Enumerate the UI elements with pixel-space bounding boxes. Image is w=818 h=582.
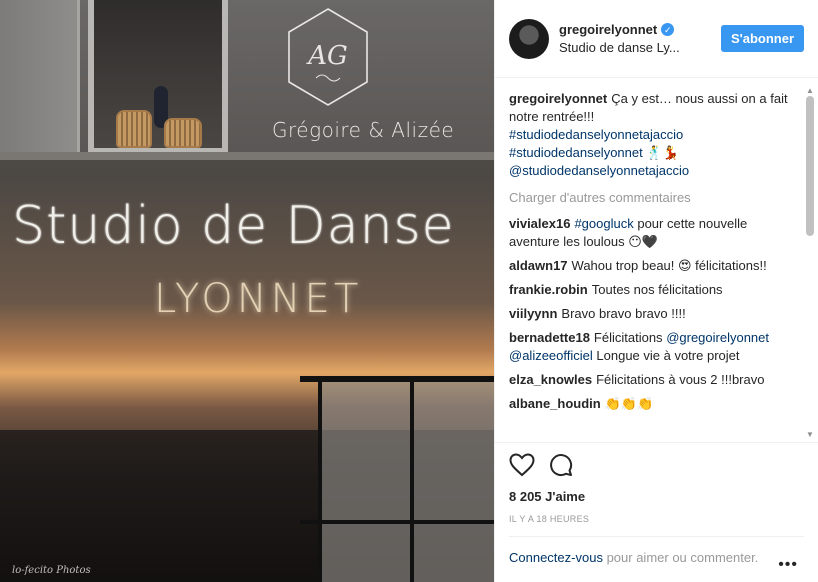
logo-name: Grégoire & Alizée bbox=[272, 118, 455, 142]
more-options-icon[interactable]: ••• bbox=[778, 556, 798, 574]
caption: gregoirelyonnet Ça y est… nous aussi on a… bbox=[509, 90, 794, 180]
login-text: pour aimer ou commenter. bbox=[602, 550, 759, 565]
logo-initials: AG bbox=[306, 41, 348, 71]
comment-bubble-icon[interactable] bbox=[549, 453, 573, 477]
comments-list[interactable]: gregoirelyonnet Ça y est… nous aussi on a… bbox=[495, 78, 818, 442]
photo-rail bbox=[318, 376, 322, 582]
caption-hashtag[interactable]: #studiodedanselyonnet 🕺💃 bbox=[509, 144, 794, 162]
comment-text: Longue vie à votre projet bbox=[592, 348, 740, 363]
comment-username[interactable]: viilyynn bbox=[509, 306, 557, 321]
heart-outline-icon[interactable] bbox=[509, 453, 535, 477]
comment-text: Félicitations à vous 2 !!!bravo bbox=[596, 372, 765, 387]
photo-rail bbox=[300, 520, 494, 524]
photo-glass-panel bbox=[320, 380, 494, 582]
studio-logo: AG bbox=[288, 8, 368, 106]
comment-item: vivialex16 #googluck pour cette nouvelle … bbox=[509, 215, 794, 251]
comments-scrollbar[interactable]: ▲ ▼ bbox=[804, 84, 816, 440]
photo-window bbox=[0, 0, 80, 152]
comment-username[interactable]: albane_houdin bbox=[509, 396, 601, 411]
post-timestamp[interactable]: IL Y A 18 HEURES bbox=[509, 514, 804, 524]
comment-username[interactable]: bernadette18 bbox=[509, 330, 590, 345]
comment-item: viilyynn Bravo bravo bravo !!!! bbox=[509, 305, 794, 323]
post-side-panel: gregoirelyonnet ✓ Studio de danse Ly... … bbox=[494, 0, 818, 582]
photo-basket bbox=[116, 110, 152, 148]
scroll-down-icon[interactable]: ▼ bbox=[804, 428, 816, 440]
comment-text: Bravo bravo bravo !!!! bbox=[561, 306, 686, 321]
photo-basket bbox=[164, 118, 202, 148]
header-username[interactable]: gregoirelyonnet bbox=[559, 21, 657, 39]
photo-ledge bbox=[0, 152, 494, 160]
photo-rail bbox=[410, 376, 414, 582]
photo-rail bbox=[300, 376, 494, 382]
follow-button[interactable]: S'abonner bbox=[720, 25, 804, 52]
photo-window-box bbox=[88, 0, 228, 154]
verified-badge-icon: ✓ bbox=[661, 23, 675, 36]
login-prompt: Connectez-vous pour aimer ou commenter. bbox=[509, 536, 804, 567]
comment-item: elza_knowles Félicitations à vous 2 !!!br… bbox=[509, 371, 794, 389]
comment-username[interactable]: aldawn17 bbox=[509, 258, 568, 273]
post-footer: 8 205 J'aime IL Y A 18 HEURES Connectez-… bbox=[495, 442, 818, 582]
comment-item: aldawn17 Wahou trop beau! 😍 félicitations… bbox=[509, 257, 794, 275]
load-more-comments[interactable]: Charger d'autres commentaires bbox=[509, 190, 794, 205]
sign-studio-de-danse: Studio de Danse bbox=[12, 196, 455, 256]
sign-lyonnet: LYONNET bbox=[154, 276, 363, 322]
instagram-post-modal: AG Grégoire & Alizée Studio de Danse LYO… bbox=[0, 0, 818, 582]
action-bar bbox=[509, 443, 804, 487]
comment-hashtag[interactable]: #googluck bbox=[574, 216, 633, 231]
comment-item: albane_houdin 👏👏👏 bbox=[509, 395, 794, 413]
comment-item: frankie.robin Toutes nos félicitations bbox=[509, 281, 794, 299]
comment-text: Toutes nos félicitations bbox=[591, 282, 723, 297]
caption-username[interactable]: gregoirelyonnet bbox=[509, 91, 607, 106]
avatar[interactable] bbox=[509, 18, 549, 59]
post-header: gregoirelyonnet ✓ Studio de danse Ly... … bbox=[495, 0, 818, 78]
comment-text: Félicitations bbox=[593, 330, 663, 345]
comment-item: bernadette18 Félicitations @gregoirelyonn… bbox=[509, 329, 794, 365]
header-location[interactable]: Studio de danse Ly... bbox=[559, 39, 721, 57]
scroll-up-icon[interactable]: ▲ bbox=[804, 84, 816, 96]
photo-watermark: lo-fecito Photos bbox=[12, 565, 91, 576]
caption-hashtag[interactable]: #studiodedanselyonnetajaccio bbox=[509, 126, 794, 144]
comment-username[interactable]: vivialex16 bbox=[509, 216, 570, 231]
post-photo[interactable]: AG Grégoire & Alizée Studio de Danse LYO… bbox=[0, 0, 494, 582]
comment-username[interactable]: frankie.robin bbox=[509, 282, 588, 297]
likes-count[interactable]: 8 205 J'aime bbox=[509, 489, 804, 504]
comment-username[interactable]: elza_knowles bbox=[509, 372, 592, 387]
comment-text: Wahou trop beau! 😍 félicitations!! bbox=[571, 258, 767, 273]
caption-mention[interactable]: @studiodedanselyonnetajaccio bbox=[509, 162, 794, 180]
comment-text: 👏👏👏 bbox=[604, 396, 654, 411]
scroll-thumb[interactable] bbox=[806, 96, 814, 236]
login-link[interactable]: Connectez-vous bbox=[509, 550, 603, 565]
